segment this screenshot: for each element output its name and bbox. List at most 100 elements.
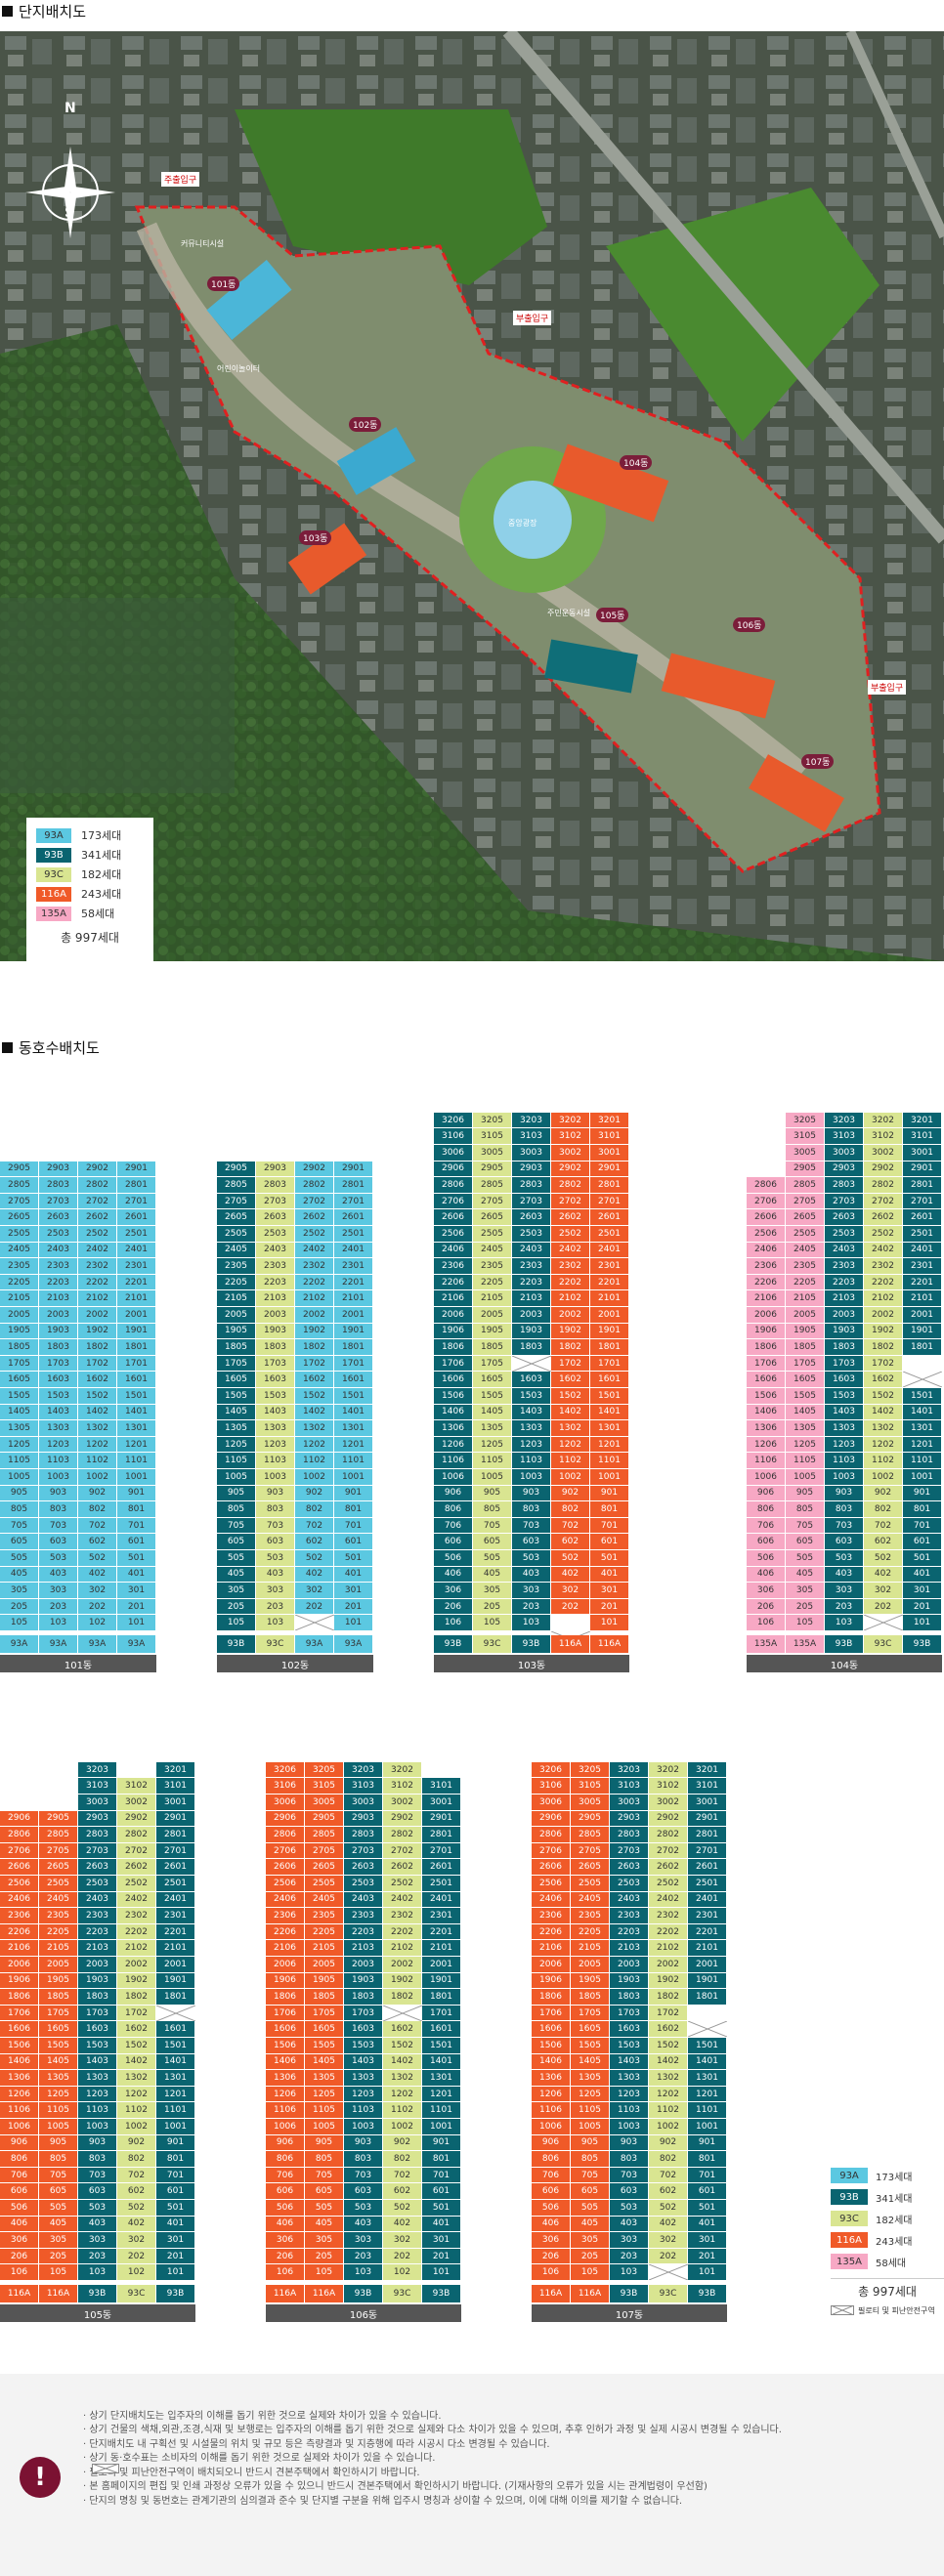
unit-cell: 2603 <box>610 1859 649 1876</box>
unit-cell: 3002 <box>864 1145 903 1161</box>
unit-cell: 306 <box>532 2232 571 2249</box>
map-label-105: 105동 <box>596 608 629 622</box>
unit-cell: 1005 <box>473 1469 512 1486</box>
unit-cell: 105 <box>39 2264 78 2281</box>
unit-cell: 2201 <box>590 1274 629 1291</box>
notice-line: · 단지의 명칭 및 동번호는 관계기관의 심의결과 준수 및 단지별 구분을 … <box>83 2495 683 2507</box>
unit-cell: 2103 <box>39 1290 78 1307</box>
unit-cell: 2402 <box>295 1242 334 1259</box>
unit-cell: 2101 <box>422 1940 461 1957</box>
unit-cell: 3002 <box>551 1145 590 1161</box>
unit-cell: 1705 <box>786 1355 825 1372</box>
unit-cell: 603 <box>825 1534 864 1550</box>
unit-cell-empty <box>903 1372 942 1388</box>
unit-cell: 402 <box>117 2216 156 2233</box>
unit-cell: 903 <box>256 1485 295 1502</box>
unit-cell: 1202 <box>117 2086 156 2103</box>
unit-cell: 501 <box>903 1550 942 1567</box>
unit-cell: 2303 <box>256 1258 295 1275</box>
unit-cell: 2705 <box>0 1193 39 1210</box>
unit-cell: 2003 <box>512 1307 551 1324</box>
unit-cell: 803 <box>78 2151 117 2168</box>
unit-cell: 1701 <box>422 2005 461 2022</box>
unit-cell: 105 <box>217 1615 256 1631</box>
unit-cell: 205 <box>786 1598 825 1616</box>
unit-cell: 1505 <box>0 1388 39 1405</box>
unit-cell: 2003 <box>825 1307 864 1324</box>
unit-cell: 702 <box>117 2167 156 2184</box>
unit-cell: 2403 <box>256 1242 295 1259</box>
unit-cell: 1002 <box>78 1469 117 1486</box>
unit-cell: 2305 <box>473 1258 512 1275</box>
notice-line: · 필로티 및 피난안전구역이 배치되오니 반드시 견본주택에서 확인하시기 바… <box>83 2467 420 2478</box>
unit-cell: 3201 <box>156 1761 195 1779</box>
unit-cell: 605 <box>571 2183 610 2200</box>
unit-cell: 2403 <box>78 1891 117 1909</box>
unit-cell: 2503 <box>512 1226 551 1243</box>
unit-cell: 3101 <box>422 1778 461 1795</box>
unit-cell: 1303 <box>78 2070 117 2087</box>
unit-cell: 2702 <box>383 1842 422 1860</box>
unit-cell: 205 <box>473 1598 512 1616</box>
unit-cell: 1401 <box>422 2053 461 2071</box>
unit-cell: 506 <box>0 2200 39 2217</box>
unit-cell: 2802 <box>551 1177 590 1194</box>
unit-cell: 305 <box>786 1583 825 1599</box>
unit-cell: 2003 <box>39 1307 78 1324</box>
unit-cell: 2103 <box>256 1290 295 1307</box>
unit-cell: 1503 <box>39 1388 78 1405</box>
unit-cell: 1803 <box>825 1339 864 1356</box>
unit-cell: 2105 <box>571 1940 610 1957</box>
unit-cell: 2406 <box>747 1242 786 1259</box>
unit-cell: 2501 <box>903 1226 942 1243</box>
unit-cell: 1801 <box>117 1339 156 1356</box>
unit-cell: 601 <box>117 1534 156 1550</box>
unit-cell: 2003 <box>78 1957 117 1973</box>
unit-cell: 505 <box>39 2200 78 2217</box>
unit-cell: 505 <box>571 2200 610 2217</box>
unit-cell: 2901 <box>156 1810 195 1828</box>
unit-cell: 905 <box>786 1485 825 1502</box>
unit-cell: 2706 <box>532 1842 571 1860</box>
unit-cell: 1906 <box>434 1323 473 1340</box>
unit-cell: 1503 <box>512 1388 551 1405</box>
map-label-102: 102동 <box>349 417 382 432</box>
unit-cell: 2303 <box>39 1258 78 1275</box>
unit-cell: 106 <box>434 1615 473 1631</box>
unit-cell: 206 <box>747 1598 786 1616</box>
unit-cell: 1703 <box>256 1355 295 1372</box>
unit-cell: 2205 <box>39 1923 78 1941</box>
unit-cell: 1905 <box>305 1972 344 1990</box>
unit-cell: 1901 <box>117 1323 156 1340</box>
unit-cell: 702 <box>649 2167 688 2184</box>
unit-cell: 3203 <box>78 1761 117 1779</box>
legend-count: 182세대 <box>81 868 122 881</box>
unit-cell: 1501 <box>117 1388 156 1405</box>
notice-line: · 단지배치도 내 구획선 및 시설물의 위치 및 규모 등은 측량결과 및 지… <box>83 2438 550 2450</box>
unit-cell: 1405 <box>217 1404 256 1421</box>
unit-type-label: 93B <box>156 2285 195 2302</box>
unit-cell: 503 <box>78 2200 117 2217</box>
unit-cell: 1105 <box>39 2102 78 2119</box>
building-name: 106동 <box>266 2304 461 2322</box>
unit-cell: 1503 <box>825 1388 864 1405</box>
unit-cell: 2806 <box>434 1177 473 1194</box>
unit-cell: 3005 <box>473 1145 512 1161</box>
unit-cell: 1303 <box>825 1420 864 1437</box>
unit-cell: 505 <box>786 1550 825 1567</box>
unit-cell: 2601 <box>117 1209 156 1226</box>
unit-cell: 1203 <box>825 1436 864 1454</box>
unit-cell: 2102 <box>117 1940 156 1957</box>
unit-cell: 2101 <box>117 1290 156 1307</box>
unit-cell: 1306 <box>532 2070 571 2087</box>
unit-cell: 2906 <box>0 1810 39 1828</box>
facility-label-3: 중앙광장 <box>508 519 537 528</box>
unit-cell-empty <box>649 2264 688 2281</box>
unit-cell: 2402 <box>383 1891 422 1909</box>
unit-cell: 1102 <box>383 2102 422 2119</box>
unit-cell: 603 <box>344 2183 383 2200</box>
unit-type-label: 93A <box>334 1635 373 1653</box>
unit-cell: 1101 <box>334 1453 373 1469</box>
unit-cell: 2703 <box>512 1193 551 1210</box>
unit-cell: 1601 <box>422 2021 461 2038</box>
